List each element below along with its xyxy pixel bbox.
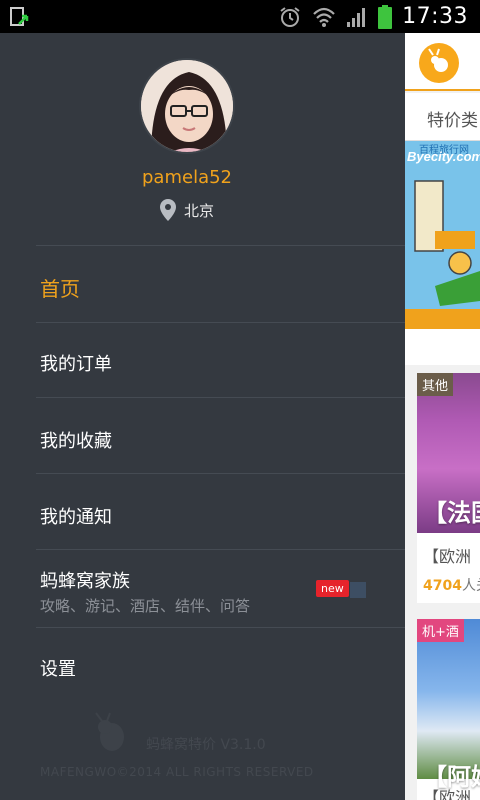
- wifi-icon: [313, 7, 335, 27]
- app-header: [405, 33, 480, 91]
- deal-title: 【欧洲: [423, 547, 472, 566]
- banner-brand: Byecity.com: [407, 149, 480, 164]
- deal-badge: 机+酒: [417, 619, 464, 642]
- deal-badge: 其他: [417, 373, 454, 396]
- signal-icon: [347, 7, 366, 27]
- divider: [36, 245, 405, 246]
- deal-count-number: 4704: [423, 578, 462, 594]
- deal-card[interactable]: 机+酒 【阿姆 【欧洲: [417, 619, 480, 800]
- deal-image: [417, 619, 480, 779]
- menu-item-family-subtitle: 攻略、游记、酒店、结伴、问答: [40, 597, 251, 615]
- category-tab-row[interactable]: 特价类: [405, 93, 480, 141]
- deal-count-unit: 人关: [461, 578, 480, 594]
- copyright: MAFENGWO©2014 ALL RIGHTS RESERVED: [40, 765, 314, 779]
- location-pin-icon: [159, 199, 176, 221]
- username: pamela52: [142, 167, 232, 188]
- menu-item-settings[interactable]: 设置: [40, 655, 76, 681]
- promo-banner[interactable]: 百程旅行网 Byecity.com: [405, 141, 480, 329]
- avatar[interactable]: [139, 58, 235, 154]
- status-bar: 17:33: [0, 0, 480, 33]
- menu-item-orders[interactable]: 我的订单: [40, 350, 112, 376]
- deal-follow-count: 4704人关: [423, 575, 480, 595]
- menu-item-family[interactable]: 蚂蜂窝家族: [40, 567, 130, 593]
- tab-deals-category[interactable]: 特价类: [427, 106, 478, 131]
- new-badge: new: [316, 580, 349, 597]
- deal-title: 【欧洲: [423, 788, 472, 800]
- screenshot-icon: [10, 7, 29, 26]
- footer-logo-icon: [95, 712, 124, 751]
- battery-icon: [378, 4, 393, 29]
- app-logo-icon[interactable]: [419, 43, 459, 83]
- menu-item-home[interactable]: 首页: [40, 273, 80, 302]
- app-version: 蚂蜂窝特价 V3.1.0: [146, 737, 266, 753]
- location-city: 北京: [183, 201, 214, 220]
- status-time: 17:33: [402, 4, 468, 29]
- divider: [36, 473, 405, 474]
- divider: [36, 627, 405, 628]
- divider: [36, 397, 405, 398]
- banner-spacer: [405, 329, 480, 365]
- navigation-drawer: pamela52 北京 首页 我的订单 我的收藏 我的通知 蚂蜂窝家族 攻略、游…: [0, 33, 405, 800]
- deal-image-title: 【法国: [423, 499, 480, 527]
- menu-item-favorites[interactable]: 我的收藏: [40, 427, 112, 453]
- menu-item-notifications[interactable]: 我的通知: [40, 503, 112, 529]
- new-badge-tail: [350, 582, 366, 598]
- location: 北京: [0, 199, 374, 221]
- divider: [36, 549, 405, 550]
- background-app[interactable]: 特价类 百程旅行网 Byecity.com 其他 【法国 【欧洲 4704人关 …: [405, 33, 480, 800]
- deal-card[interactable]: 其他 【法国 【欧洲 4704人关: [417, 373, 480, 603]
- alarm-icon: [280, 6, 300, 27]
- divider: [36, 322, 405, 323]
- banner-illustration: [405, 180, 480, 329]
